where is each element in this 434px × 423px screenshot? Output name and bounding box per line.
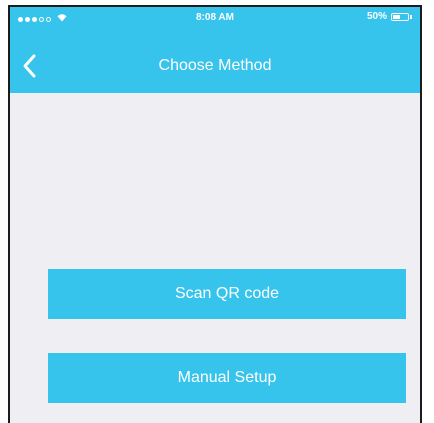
navigation-bar: Choose Method: [10, 47, 420, 87]
battery-percent: 50%: [366, 11, 387, 22]
battery-tip: [410, 14, 412, 19]
battery-status: 50%: [367, 11, 412, 22]
battery-icon: [391, 12, 409, 21]
phone-screen: 8:08 AM 50% Choose Method Scan QR code M…: [8, 5, 422, 423]
battery-level-fill: [393, 14, 400, 19]
scan-qr-code-button[interactable]: Scan QR code: [48, 269, 406, 319]
status-bar: 8:08 AM 50%: [10, 7, 420, 29]
status-time: 8:08 AM: [196, 12, 234, 23]
page-title: Choose Method: [158, 57, 272, 74]
header-bar: 8:08 AM 50% Choose Method: [10, 7, 420, 93]
manual-setup-button[interactable]: Manual Setup: [48, 353, 406, 403]
